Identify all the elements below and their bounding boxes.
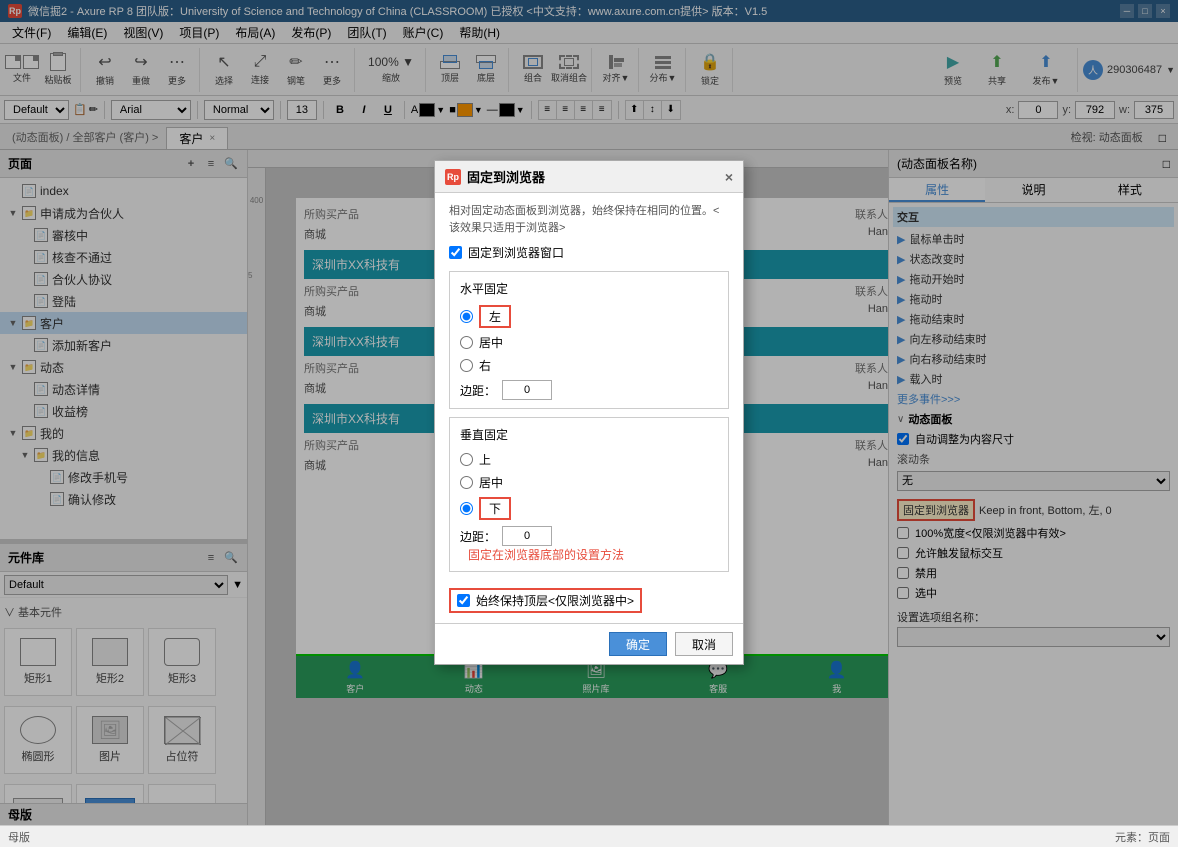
v-margin-label: 边距： [460, 528, 496, 545]
modal-body: 相对固定动态面板到浏览器，始终保持在相同的位置。< 该效果只适用于浏览器> 固定… [435, 193, 743, 623]
modal-logo: Rp [445, 169, 461, 185]
v-radio-bottom-label: 下 [479, 497, 511, 520]
modal-main-checkbox-row: 固定到浏览器窗口 [449, 244, 729, 261]
v-radio-bottom[interactable] [460, 502, 473, 515]
keep-top-row: 始终保持顶层<仅限浏览器中> [449, 588, 642, 613]
v-margin-row: 边距： [460, 526, 718, 546]
h-radio-right[interactable] [460, 359, 473, 372]
modal-main-checkbox[interactable] [449, 246, 462, 259]
status-right: 元素：页面 [1115, 829, 1170, 845]
v-radio-top-label: 上 [479, 451, 491, 468]
keep-top-checkbox[interactable] [457, 594, 470, 607]
h-radio-left[interactable] [460, 310, 473, 323]
h-margin-label: 边距： [460, 382, 496, 399]
modal-overlay: Rp 固定到浏览器 × 相对固定动态面板到浏览器，始终保持在相同的位置。< 该效… [0, 0, 1178, 825]
h-radio-center-row: 居中 [460, 334, 718, 351]
h-radio-right-row: 右 [460, 357, 718, 374]
v-radio-middle[interactable] [460, 476, 473, 489]
modal-footer: 确定 取消 [435, 623, 743, 664]
v-radio-middle-row: 居中 [460, 474, 718, 491]
h-margin-input[interactable] [502, 380, 552, 400]
status-left: 母版 [8, 829, 30, 845]
v-radio-top-row: 上 [460, 451, 718, 468]
h-radio-left-label: 左 [479, 305, 511, 328]
status-bar: 母版 元素：页面 [0, 825, 1178, 847]
v-margin-input[interactable] [502, 526, 552, 546]
h-radio-center-label: 居中 [479, 334, 503, 351]
modal-close-btn[interactable]: × [725, 169, 733, 185]
modal-header: Rp 固定到浏览器 × [435, 161, 743, 193]
h-section: 水平固定 左 居中 右 边距： [449, 271, 729, 409]
v-radio-top[interactable] [460, 453, 473, 466]
modal-main-checkbox-label: 固定到浏览器窗口 [468, 244, 564, 261]
pin-browser-modal: Rp 固定到浏览器 × 相对固定动态面板到浏览器，始终保持在相同的位置。< 该效… [434, 160, 744, 665]
modal-description: 相对固定动态面板到浏览器，始终保持在相同的位置。< 该效果只适用于浏览器> [449, 203, 729, 236]
h-margin-row: 边距： [460, 380, 718, 400]
v-radio-bottom-row: 下 [460, 497, 718, 520]
modal-title: 固定到浏览器 [467, 167, 545, 186]
modal-confirm-btn[interactable]: 确定 [609, 632, 667, 656]
h-radio-left-row: 左 [460, 305, 718, 328]
h-section-title: 水平固定 [460, 280, 718, 297]
v-radio-middle-label: 居中 [479, 474, 503, 491]
modal-cancel-btn[interactable]: 取消 [675, 632, 733, 656]
h-radio-center[interactable] [460, 336, 473, 349]
keep-top-label: 始终保持顶层<仅限浏览器中> [476, 592, 634, 609]
annotation-text: 固定在浏览器底部的设置方法 [468, 548, 624, 562]
h-radio-right-label: 右 [479, 357, 491, 374]
v-section: 垂直固定 上 居中 下 边距： 固定在浏览器底部的设置 [449, 417, 729, 572]
v-section-title: 垂直固定 [460, 426, 718, 443]
